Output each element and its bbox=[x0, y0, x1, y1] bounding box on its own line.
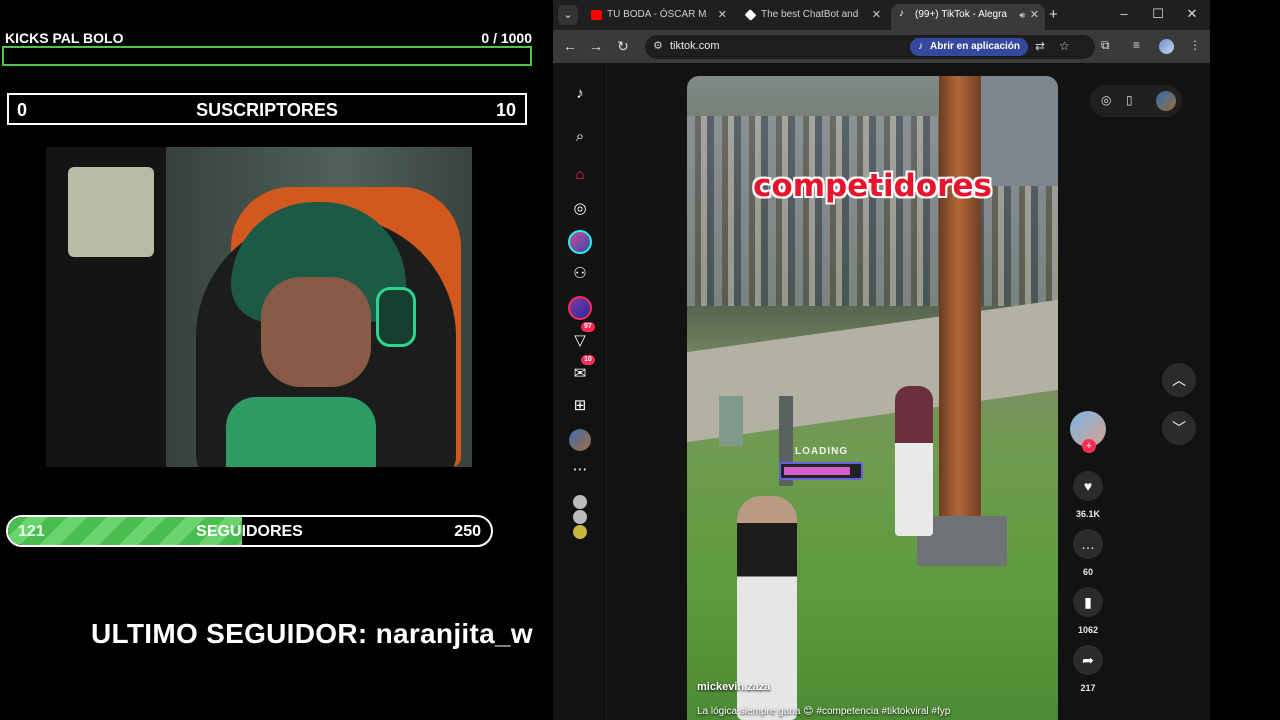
kicks-goal-title: KICKS PAL BOLO bbox=[5, 30, 124, 46]
webcam-feed bbox=[46, 147, 472, 467]
webcam-typewriter bbox=[68, 167, 154, 257]
tab-youtube[interactable]: TU BODA - ÓSCAR MAYD ✕ bbox=[583, 4, 733, 30]
video-loading-label: LOADING bbox=[795, 446, 849, 457]
video-top-tools: ◎ ▯ bbox=[1090, 85, 1182, 117]
headset-icon bbox=[376, 287, 416, 347]
video-loading-fill bbox=[784, 467, 850, 475]
tiktok-page: ♪ ⌕ ⌂ ◎ ⚇ ▽ 97 ✉ 10 ⊞ ⋯ competidores LOA… bbox=[553, 63, 1210, 720]
address-bar[interactable]: ⚙ tiktok.com ♪ Abrir en aplicación ⇄ ☆ bbox=[645, 35, 1095, 59]
close-tab-icon[interactable]: ✕ bbox=[718, 4, 727, 26]
video-bin bbox=[719, 396, 743, 446]
subscribers-goal-bar: 0 SUSCRIPTORES 10 bbox=[7, 93, 527, 125]
speaker-icon[interactable]: 🔊︎ bbox=[1019, 4, 1025, 26]
share-arrow-icon[interactable]: ➦ bbox=[1073, 645, 1103, 675]
upload-icon[interactable]: ⊞ bbox=[569, 395, 591, 417]
close-tab-icon[interactable]: ✕ bbox=[1030, 4, 1039, 26]
new-tab-button[interactable]: + bbox=[1049, 5, 1058, 25]
subscribers-label: SUSCRIPTORES bbox=[196, 100, 338, 120]
tab-tiktok[interactable]: ♪ (99+) TikTok - Alegra t 🔊︎ ✕ bbox=[891, 4, 1045, 30]
like-count: 36.1K bbox=[1075, 509, 1101, 519]
tiktok-sidebar: ♪ ⌕ ⌂ ◎ ⚇ ▽ 97 ✉ 10 ⊞ ⋯ bbox=[553, 63, 607, 720]
video-wooden-pole bbox=[939, 76, 981, 546]
followers-label: SEGUIDORES bbox=[196, 523, 303, 540]
forward-icon[interactable]: → bbox=[586, 37, 606, 55]
suggested-account-avatar[interactable] bbox=[573, 510, 587, 524]
tab-chatbot[interactable]: The best ChatBot and Wr ✕ bbox=[737, 4, 887, 30]
more-icon[interactable]: ⋯ bbox=[569, 459, 591, 481]
activity-icon[interactable]: ▽ 97 bbox=[569, 322, 595, 352]
subscribers-goal: 10 bbox=[495, 100, 516, 120]
tiktok-logo-icon[interactable]: ♪ bbox=[569, 83, 591, 105]
messages-icon[interactable]: ✉ 10 bbox=[569, 355, 595, 385]
followers-goal-bar: 121 SEGUIDORES 250 bbox=[6, 515, 493, 547]
search-icon[interactable]: ⌕ bbox=[569, 126, 591, 148]
activity-badge: 97 bbox=[581, 322, 595, 332]
video-loading-bar bbox=[779, 462, 863, 480]
following-avatar[interactable] bbox=[568, 230, 592, 254]
explore-compass-icon[interactable]: ◎ bbox=[1101, 93, 1111, 107]
video-description[interactable]: La lógica siempre gana 😊 #competencia #t… bbox=[697, 706, 950, 717]
kicks-progress-bar bbox=[2, 46, 532, 66]
reload-icon[interactable]: ↻ bbox=[613, 37, 633, 55]
tab-strip: ⌄ TU BODA - ÓSCAR MAYD ✕ The best ChatBo… bbox=[553, 0, 1210, 30]
menu-kebab-icon[interactable]: ⋮ bbox=[1189, 38, 1201, 52]
chatbot-icon bbox=[744, 9, 757, 21]
youtube-icon bbox=[591, 10, 602, 20]
video-username[interactable]: mickevin.zaza bbox=[697, 681, 770, 693]
tab-title: (99+) TikTok - Alegra t bbox=[915, 9, 1007, 20]
video-actions: + ♥ 36.1K … 60 ▮ 1062 ➦ 217 bbox=[1069, 63, 1109, 720]
profile-avatar[interactable] bbox=[1159, 39, 1174, 54]
tiktok-icon: ♪ bbox=[899, 8, 904, 19]
comment-icon[interactable]: … bbox=[1073, 529, 1103, 559]
mobile-device-icon[interactable]: ▯ bbox=[1126, 93, 1133, 107]
follow-plus-icon[interactable]: + bbox=[1082, 439, 1096, 453]
media-controls-icon[interactable]: ≡ bbox=[1133, 38, 1140, 52]
last-follower-ticker: ULTIMO SEGUIDOR: naranjita_w bbox=[91, 618, 533, 649]
browser-toolbar: ← → ↻ ⚙ tiktok.com ♪ Abrir en aplicación… bbox=[553, 30, 1210, 63]
video-caption-overlay: competidores bbox=[753, 168, 992, 204]
webcam-streamer-face bbox=[261, 277, 371, 387]
stream-overlay: KICKS PAL BOLO 0 / 1000 0 SUSCRIPTORES 1… bbox=[0, 0, 553, 720]
home-icon[interactable]: ⌂ bbox=[569, 164, 591, 186]
site-info-icon[interactable]: ⚙ bbox=[653, 39, 663, 52]
friends-icon[interactable]: ⚇ bbox=[569, 263, 591, 285]
tiktok-icon: ♪ bbox=[918, 41, 923, 52]
open-in-app-label: Abrir en aplicación bbox=[930, 41, 1021, 52]
explore-compass-icon[interactable]: ◎ bbox=[569, 198, 591, 220]
live-avatar[interactable] bbox=[568, 296, 592, 320]
video-competitor bbox=[895, 386, 933, 536]
bookmark-star-icon[interactable]: ☆ bbox=[1059, 39, 1070, 53]
suggested-account-avatar[interactable] bbox=[573, 495, 587, 509]
kicks-goal-count: 0 / 1000 bbox=[481, 30, 532, 46]
back-icon[interactable]: ← bbox=[560, 37, 580, 55]
bookmark-icon[interactable]: ▮ bbox=[1073, 587, 1103, 617]
maximize-icon[interactable]: ☐ bbox=[1143, 4, 1173, 24]
like-heart-icon[interactable]: ♥ bbox=[1073, 471, 1103, 501]
minimize-icon[interactable]: – bbox=[1109, 4, 1139, 24]
followers-goal: 250 bbox=[454, 523, 481, 540]
tab-title: The best ChatBot and Wr bbox=[761, 9, 861, 20]
url-text[interactable]: tiktok.com bbox=[670, 40, 720, 52]
video-player[interactable]: competidores LOADING mickevin.zaza La ló… bbox=[687, 76, 1058, 720]
browser-window: ⌄ TU BODA - ÓSCAR MAYD ✕ The best ChatBo… bbox=[553, 0, 1210, 720]
messages-badge: 10 bbox=[581, 355, 595, 365]
tab-search-chevron-icon[interactable]: ⌄ bbox=[558, 5, 578, 25]
translate-icon[interactable]: ⇄ bbox=[1035, 39, 1045, 53]
next-video-chevron-down-icon[interactable]: ﹀ bbox=[1162, 411, 1196, 445]
comment-count: 60 bbox=[1082, 567, 1093, 577]
webcam-streamer-shirt bbox=[226, 397, 376, 467]
open-in-app-button[interactable]: ♪ Abrir en aplicación bbox=[910, 38, 1029, 56]
share-count: 217 bbox=[1080, 683, 1096, 693]
suggested-account-avatar[interactable] bbox=[573, 525, 587, 539]
kicks-goal-header: KICKS PAL BOLO 0 / 1000 bbox=[5, 30, 532, 46]
save-count: 1062 bbox=[1077, 625, 1099, 635]
previous-video-chevron-up-icon[interactable]: ︿ bbox=[1162, 363, 1196, 397]
tab-title: TU BODA - ÓSCAR MAYD bbox=[607, 9, 707, 20]
close-window-icon[interactable]: ✕ bbox=[1177, 4, 1207, 24]
profile-icon[interactable] bbox=[569, 429, 591, 451]
profile-avatar[interactable] bbox=[1156, 91, 1176, 111]
close-tab-icon[interactable]: ✕ bbox=[872, 4, 881, 26]
extensions-icon[interactable]: ⧉ bbox=[1101, 38, 1110, 53]
